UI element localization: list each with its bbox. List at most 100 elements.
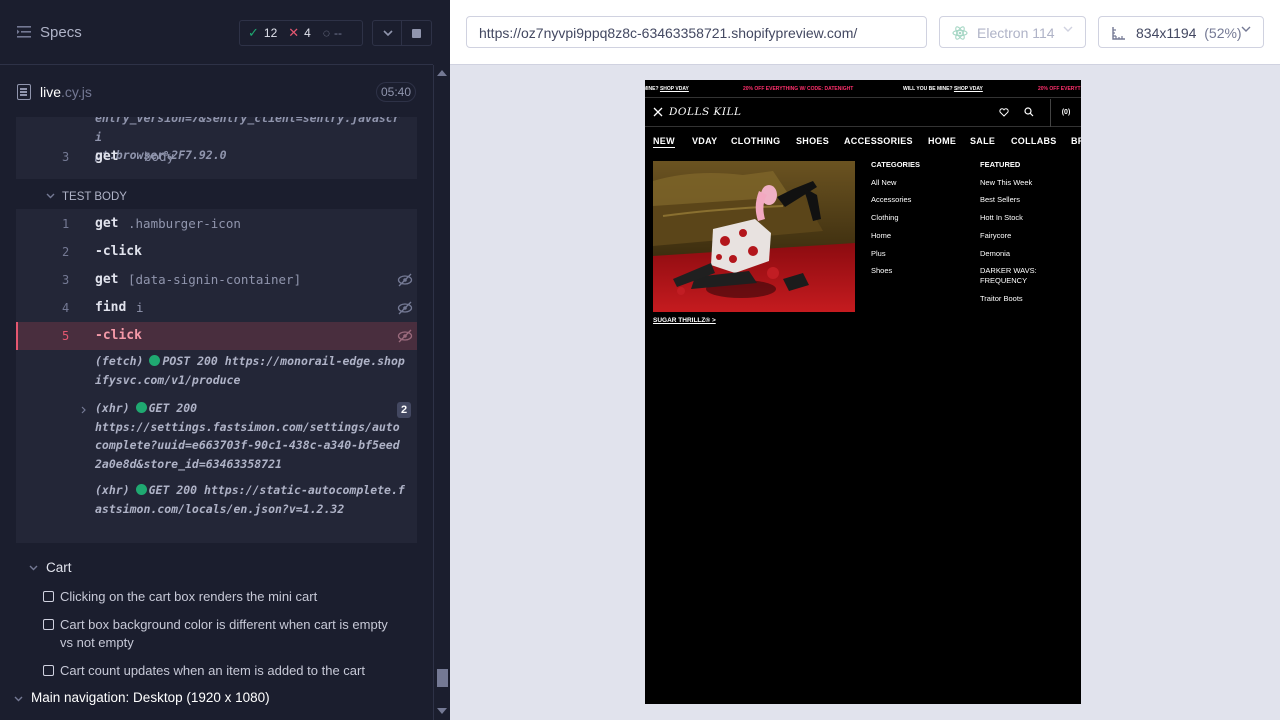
category-link[interactable]: Home (871, 231, 891, 241)
command-number: 2 (62, 245, 70, 259)
test-title: Clicking on the cart box renders the min… (60, 589, 318, 604)
nav-item[interactable]: CLOTHING (731, 136, 780, 146)
specs-list-icon[interactable] (17, 26, 31, 38)
command-row[interactable]: 2 -click (16, 238, 417, 266)
url-bar[interactable]: https://oz7nyvpi9ppq8z8c-63463358721.sho… (466, 16, 927, 48)
app-under-test-frame[interactable]: MINE? SHOP VDAY 20% OFF EVERYTHING W/ CO… (645, 80, 1081, 704)
cart-button[interactable]: (0) (1050, 99, 1081, 127)
category-link[interactable]: Clothing (871, 213, 899, 223)
eye-slash-icon[interactable] (397, 329, 413, 343)
network-log-entry[interactable]: (xhr) GET 200 https://static-autocomplete… (95, 481, 405, 518)
category-link[interactable]: All New (871, 178, 896, 188)
scroll-up-icon[interactable] (437, 70, 447, 76)
stop-icon (412, 29, 421, 38)
command-number: 3 (62, 273, 70, 287)
test-item[interactable]: Cart count updates when an item is added… (43, 662, 403, 680)
command-row[interactable]: 4 find i (16, 294, 417, 322)
run-options-dropdown-button[interactable] (372, 20, 402, 46)
command-log: entry_version=7&sentry_client=sentry.jav… (16, 117, 417, 543)
suite-title[interactable]: Main navigation: Desktop (1920 x 1080) (14, 690, 270, 705)
featured-link[interactable]: Demonia (980, 249, 1010, 259)
chevron-down-icon (46, 193, 55, 199)
scroll-down-icon[interactable] (437, 708, 447, 714)
log-url: https://settings.fastsimon.com/settings/… (95, 419, 400, 471)
viewport-selector[interactable]: 834x1194 (52%) (1098, 16, 1264, 48)
specs-label[interactable]: Specs (40, 24, 82, 41)
store-logo[interactable]: DOLLS KILL (669, 106, 741, 118)
nav-item[interactable]: BR (1071, 136, 1081, 146)
test-body-block: 1 get .hamburger-icon 2 -click 3 get [da… (16, 209, 417, 543)
announcement-text[interactable]: MINE? SHOP VDAY (645, 80, 689, 98)
nav-item[interactable]: COLLABS (1011, 136, 1057, 146)
command-name: get (95, 272, 119, 287)
announcement-text: 20% OFF EVERYTH (1038, 86, 1081, 92)
command-row[interactable]: 1 get .hamburger-icon (16, 210, 417, 238)
document-icon (17, 84, 31, 100)
announcement-text[interactable]: WILL YOU BE MINE? SHOP VDAY (903, 80, 983, 98)
suite-title-text: Main navigation: Desktop (1920 x 1080) (31, 690, 270, 705)
photo-caption-link[interactable]: SUGAR THRILLZ® > (653, 317, 716, 324)
spec-file-header: live.cy.js 05:40 (0, 65, 433, 117)
stop-button[interactable] (402, 20, 432, 46)
network-log-entry[interactable]: (xhr) GET 200 https://settings.fastsimon.c… (95, 399, 405, 473)
featured-link[interactable]: Traitor Boots (980, 294, 1023, 304)
reporter-header: Specs ✓ 12 ✕ 4 ◌ -- (0, 0, 433, 65)
eye-slash-icon[interactable] (397, 301, 413, 315)
command-number: 3 (62, 150, 70, 164)
command-row[interactable]: 3 get body (16, 143, 417, 171)
command-number: 1 (62, 217, 70, 231)
featured-link[interactable]: New This Week (980, 178, 1032, 188)
test-stats: ✓ 12 ✕ 4 ◌ -- (239, 20, 363, 46)
chevron-down-icon (383, 30, 393, 37)
category-link[interactable]: Plus (871, 249, 886, 259)
reporter-scrollbar[interactable] (433, 65, 450, 720)
run-duration: 05:40 (376, 82, 416, 102)
spec-file-extension: .cy.js (61, 84, 92, 100)
viewport-scale: (52%) (1204, 25, 1242, 41)
featured-link[interactable]: Fairycore (980, 231, 1011, 241)
nav-item[interactable]: SALE (970, 136, 995, 146)
featured-product-photo[interactable] (653, 161, 855, 312)
close-icon[interactable] (653, 107, 663, 117)
category-link[interactable]: Accessories (871, 195, 911, 205)
status-dot-icon (135, 402, 147, 413)
network-log-entry[interactable]: (fetch) POST 200 https://monorail-edge.sh… (95, 352, 405, 389)
electron-icon (952, 26, 968, 40)
featured-link[interactable]: Hott In Stock (980, 213, 1023, 223)
heart-icon[interactable] (999, 108, 1009, 117)
category-link[interactable]: Shoes (871, 266, 892, 276)
featured-link[interactable]: Best Sellers (980, 195, 1020, 205)
test-item[interactable]: Clicking on the cart box renders the min… (43, 588, 403, 606)
command-arg: body (144, 149, 175, 164)
suite-title[interactable]: Cart (46, 560, 72, 575)
chevron-down-icon (1241, 26, 1251, 32)
browser-name: Electron 114 (977, 25, 1055, 41)
test-body-header[interactable]: TEST BODY (16, 187, 417, 209)
log-method: POST 200 (162, 354, 218, 368)
spec-file-name[interactable]: live.cy.js (40, 84, 92, 100)
search-icon[interactable] (1024, 107, 1034, 117)
nav-item[interactable]: NEW (653, 136, 675, 148)
test-item[interactable]: Cart box background color is different w… (43, 616, 403, 652)
command-number: 4 (62, 301, 70, 315)
passed-count: 12 (263, 26, 278, 40)
nav-item[interactable]: VDAY (692, 136, 717, 146)
scrollbar-thumb[interactable] (437, 669, 448, 687)
store-nav: NEW VDAY CLOTHING SHOES ACCESSORIES HOME… (645, 136, 1081, 150)
nav-item[interactable]: ACCESSORIES (844, 136, 913, 146)
chevron-right-icon[interactable] (81, 406, 86, 414)
eye-slash-icon[interactable] (397, 273, 413, 287)
chevron-down-icon (1063, 26, 1073, 32)
command-row-active[interactable]: 5 -click (16, 322, 417, 350)
featured-link[interactable]: DARKER WAVS: FREQUENCY (980, 266, 1050, 286)
viewport-size: 834x1194 (52%) (1136, 25, 1242, 41)
store-header: DOLLS KILL (0) (645, 99, 1081, 127)
check-icon: ✓ (248, 25, 259, 40)
log-type: (xhr) (95, 483, 130, 497)
nav-item[interactable]: SHOES (796, 136, 829, 146)
browser-selector[interactable]: Electron 114 (939, 16, 1086, 48)
nav-item[interactable]: HOME (928, 136, 956, 146)
categories-heading: CATEGORIES (871, 160, 921, 169)
command-row[interactable]: 3 get [data-signin-container] (16, 266, 417, 294)
log-type: (fetch) (95, 354, 144, 368)
